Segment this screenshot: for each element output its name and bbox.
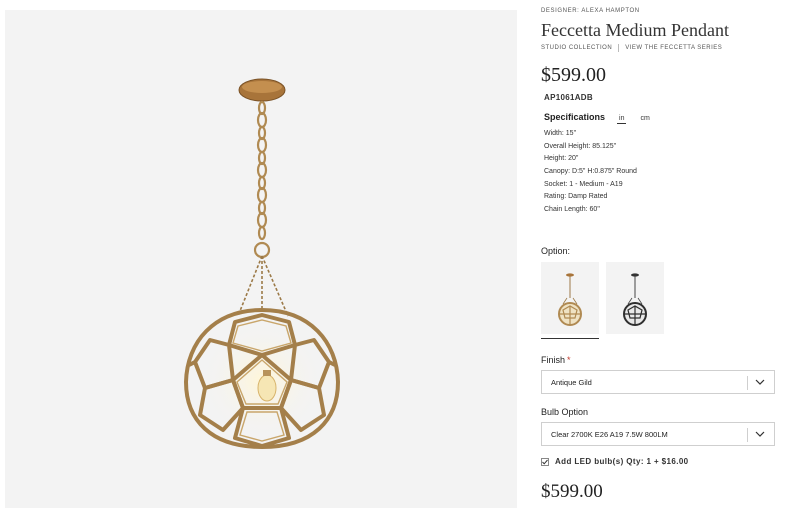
- spec-item: Chain Length: 60": [544, 206, 600, 214]
- option-label: Option:: [541, 246, 571, 256]
- zinc-pendant-thumbnail-icon: [623, 273, 647, 326]
- product-title: Feccetta Medium Pendant: [541, 20, 729, 40]
- designer-credit: DESIGNER: ALEXA HAMPTON: [541, 8, 640, 14]
- bulb-option-label: Bulb Option: [541, 407, 589, 417]
- select-divider: [747, 428, 748, 442]
- spec-item: Socket: 1 - Medium - A19: [544, 180, 623, 188]
- led-bulb-label[interactable]: Add LED bulb(s) Qty: 1 + $16.00: [555, 457, 689, 466]
- product-price: $599.00: [541, 64, 606, 86]
- required-marker: *: [567, 355, 571, 365]
- chevron-down-icon[interactable]: [755, 430, 765, 438]
- option-swatch-antique-gild[interactable]: [541, 262, 599, 334]
- series-link[interactable]: VIEW THE FECCETTA SERIES: [625, 45, 722, 51]
- unit-toggle-in[interactable]: in: [617, 115, 627, 124]
- total-price: $599.00: [541, 481, 603, 502]
- gild-pendant-thumbnail-icon: [558, 273, 582, 326]
- product-sku: AP1061ADB: [544, 93, 593, 102]
- spec-item: Canopy: D:5" H:0.875" Round: [544, 168, 637, 176]
- select-divider: [747, 376, 748, 390]
- add-led-bulb-row: Add LED bulb(s) Qty: 1 + $16.00: [541, 457, 689, 466]
- bulb-option-select[interactable]: Clear 2700K E26 A19 7.5W 800LM: [541, 422, 775, 446]
- pendant-product-image: [184, 78, 340, 449]
- specifications-list: Width: 15" Overall Height: 85.125" Heigh…: [544, 128, 637, 217]
- specifications-header: Specifications in cm: [544, 112, 652, 124]
- product-image-gallery[interactable]: [5, 10, 517, 508]
- chevron-down-icon[interactable]: [755, 378, 765, 386]
- finish-label-text: Finish: [541, 355, 566, 365]
- finish-select-value: Antique Gild: [551, 378, 592, 387]
- specifications-title: Specifications: [544, 112, 606, 122]
- led-bulb-checkbox[interactable]: [541, 457, 549, 466]
- unit-toggle-cm[interactable]: cm: [638, 115, 651, 123]
- finish-label: Finish *: [541, 355, 571, 365]
- selected-swatch-indicator: [541, 338, 599, 339]
- spec-item: Width: 15": [544, 130, 577, 137]
- bulb-option-value: Clear 2700K E26 A19 7.5W 800LM: [551, 430, 668, 439]
- spec-item: Overall Height: 85.125": [544, 142, 617, 150]
- link-divider: [618, 44, 620, 52]
- option-swatch-dark-weathered-zinc[interactable]: [606, 262, 664, 334]
- finish-select[interactable]: Antique Gild: [541, 370, 775, 394]
- studio-collection-link[interactable]: STUDIO COLLECTION: [541, 45, 612, 51]
- spec-item: Rating: Damp Rated: [544, 193, 608, 201]
- spec-item: Height: 20": [544, 155, 579, 163]
- collection-links: STUDIO COLLECTION VIEW THE FECCETTA SERI…: [541, 44, 722, 52]
- check-icon: [542, 459, 548, 465]
